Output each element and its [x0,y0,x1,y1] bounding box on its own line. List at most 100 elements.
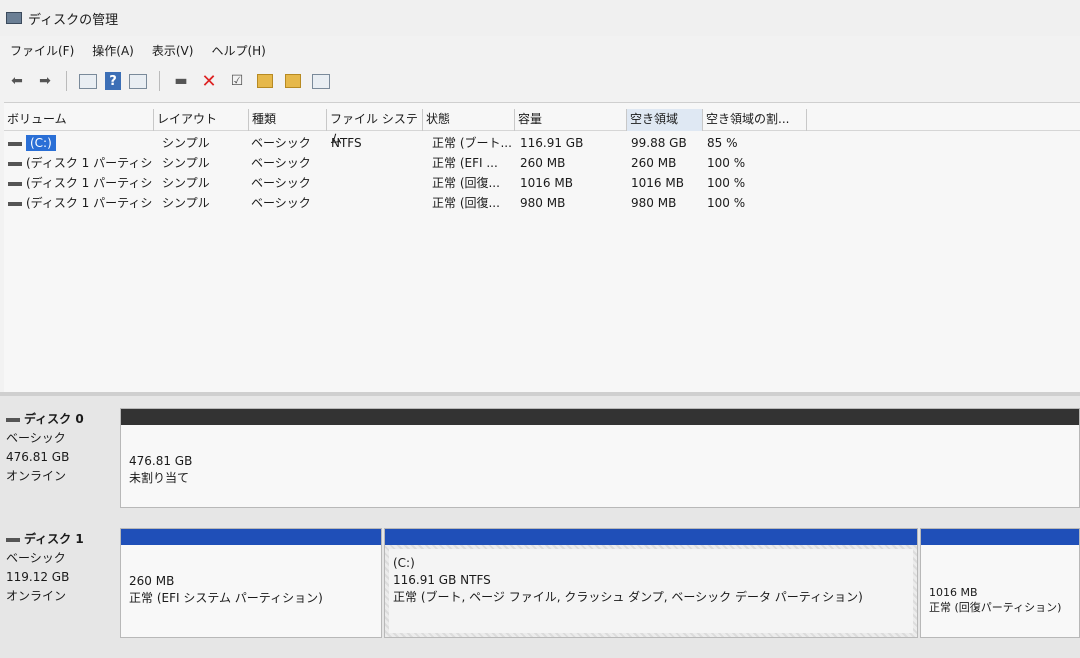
row-free-pct: 85 % [707,136,738,150]
row-layout: シンプル [162,156,210,170]
col-status[interactable]: 状態 [423,109,515,131]
table-row[interactable]: (ディスク 1 パーティショ... シンプル ベーシック 正常 (EFI ...… [4,153,824,173]
row-type: ベーシック [251,176,311,190]
menu-bar: ファイル(F) 操作(A) 表示(V) ヘルプ(H) [0,38,1080,62]
partition-size: 476.81 GB [129,454,193,468]
col-type[interactable]: 種類 [249,109,327,131]
row-fs [331,153,421,173]
check-icon[interactable]: ☑ [226,70,248,92]
row-free: 980 MB [631,196,677,210]
row-capacity: 116.91 GB [520,136,584,150]
partition-bar [121,409,1079,425]
connect-drive-icon[interactable]: ▬ [170,70,192,92]
row-layout: シンプル [162,136,210,150]
table-row[interactable]: (C:) シンプル ベーシック NTFS 正常 (ブート... 116.91 G… [4,133,824,153]
row-capacity: 980 MB [520,196,566,210]
row-capacity: 1016 MB [520,176,573,190]
partition-body: 476.81 GB 未割り当て [129,453,1075,487]
disk-icon [6,417,20,422]
row-layout: シンプル [162,196,210,210]
column-headers: ボリューム レイアウト 種類 ファイル システム 状態 容量 空き領域 空き領域… [4,109,1080,146]
partition-desc: 正常 (EFI システム パーティション) [129,591,323,605]
row-status: 正常 (ブート... [432,136,512,150]
partition-unallocated[interactable]: 476.81 GB 未割り当て [120,408,1080,508]
partition-c-drive[interactable]: (C:) 116.91 GB NTFS 正常 (ブート, ページ ファイル, ク… [384,528,918,638]
partition-size: 1016 MB [929,586,978,599]
disk-size: 119.12 GB [6,570,70,584]
row-fs [331,173,421,193]
menu-action[interactable]: 操作(A) [92,42,134,59]
partition-desc: 正常 (ブート, ページ ファイル, クラッシュ ダンプ, ベーシック データ … [393,590,863,604]
partition-recovery[interactable]: 1016 MB 正常 (回復パーティション) [920,528,1080,638]
back-arrow-icon[interactable]: ⬅ [6,70,28,92]
row-free: 99.88 GB [631,136,687,150]
row-capacity: 260 MB [520,156,566,170]
disk-management-window: ディスクの管理 ファイル(F) 操作(A) 表示(V) ヘルプ(H) ⬅ ➡ ?… [0,0,1080,658]
toolbar: ⬅ ➡ ? ▬ ✕ ☑ [0,66,1080,96]
col-capacity[interactable]: 容量 [515,109,627,131]
disk-map: ディスク 0 ベーシック 476.81 GB オンライン 476.81 GB 未… [0,396,1080,658]
search-folder-icon[interactable] [282,70,304,92]
disk-type: ベーシック [6,431,66,445]
disk-size: 476.81 GB [6,450,70,464]
console-tree-icon[interactable] [77,70,99,92]
toolbar-separator [66,71,67,91]
partition-efi[interactable]: 260 MB 正常 (EFI システム パーティション) [120,528,382,638]
row-free: 260 MB [631,156,677,170]
partition-bar [921,529,1079,545]
partition-size: 116.91 GB NTFS [393,573,491,587]
row-free-pct: 100 % [707,196,746,210]
row-free-pct: 100 % [707,156,746,170]
table-row[interactable]: (ディスク 1 パーティショ... シンプル ベーシック 正常 (回復... 1… [4,173,824,193]
col-free-pct[interactable]: 空き領域の割... [703,109,807,131]
folder-icon[interactable] [254,70,276,92]
partition-body: 1016 MB 正常 (回復パーティション) [929,585,1075,615]
partition-bar [385,529,917,545]
disk-icon [6,537,20,542]
menu-view[interactable]: 表示(V) [152,42,194,59]
partition-desc: 正常 (回復パーティション) [929,601,1062,614]
partition-desc: 未割り当て [129,471,190,485]
row-type: ベーシック [251,136,311,150]
col-free[interactable]: 空き領域 [627,109,703,131]
window-title: ディスクの管理 [28,12,119,28]
disk-name: ディスク 1 [24,532,84,546]
console-icon[interactable] [310,70,332,92]
toolbar-separator [159,71,160,91]
disk-type: ベーシック [6,551,66,565]
selected-volume: (C:) [26,135,56,151]
disk-1-label[interactable]: ディスク 1 ベーシック 119.12 GB オンライン [6,530,116,606]
app-icon [6,12,22,24]
row-status: 正常 (回復... [432,196,500,210]
row-type: ベーシック [251,156,311,170]
col-volume[interactable]: ボリューム [4,109,154,131]
row-volume: (ディスク 1 パーティショ... [8,193,154,213]
disk-state: オンライン [6,469,67,483]
disk-name: ディスク 0 [24,412,84,426]
row-free-pct: 100 % [707,176,746,190]
delete-icon[interactable]: ✕ [198,70,220,92]
disk-state: オンライン [6,589,67,603]
row-volume: (ディスク 1 パーティショ... [8,173,154,193]
row-type: ベーシック [251,196,311,210]
row-volume: (ディスク 1 パーティショ... [8,153,154,173]
volume-list: ボリューム レイアウト 種類 ファイル システム 状態 容量 空き領域 空き領域… [4,102,1080,392]
partition-size: 260 MB [129,574,175,588]
disk-0-label[interactable]: ディスク 0 ベーシック 476.81 GB オンライン [6,410,116,486]
row-volume: (C:) [8,133,154,153]
properties-icon[interactable] [127,70,149,92]
partition-body: 260 MB 正常 (EFI システム パーティション) [129,573,377,607]
help-icon[interactable]: ? [105,72,121,90]
col-layout[interactable]: レイアウト [154,109,249,131]
title-bar: ディスクの管理 [0,0,1080,36]
col-filesystem[interactable]: ファイル システム [327,109,423,146]
table-row[interactable]: (ディスク 1 パーティショ... シンプル ベーシック 正常 (回復... 9… [4,193,824,213]
menu-file[interactable]: ファイル(F) [10,42,74,59]
row-fs [331,193,421,213]
partition-label: (C:) [393,556,415,570]
row-status: 正常 (EFI ... [432,156,498,170]
row-layout: シンプル [162,176,210,190]
forward-arrow-icon[interactable]: ➡ [34,70,56,92]
row-free: 1016 MB [631,176,684,190]
menu-help[interactable]: ヘルプ(H) [211,42,265,59]
